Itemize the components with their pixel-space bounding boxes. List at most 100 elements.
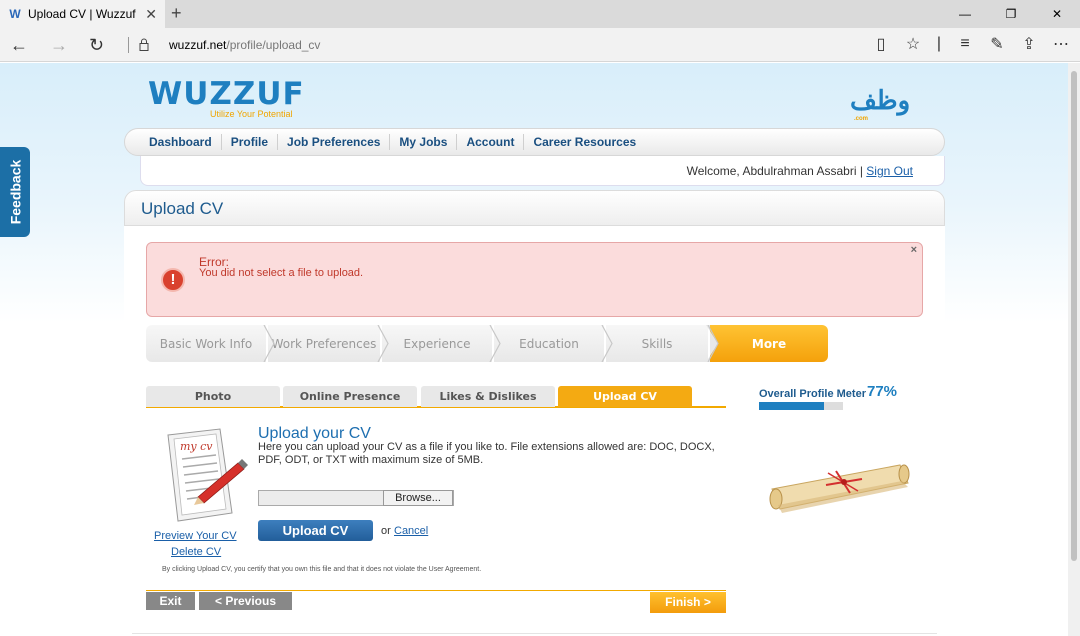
reading-view-icon[interactable]: ▯ bbox=[870, 33, 892, 55]
nav-account[interactable]: Account bbox=[457, 134, 525, 150]
tab-label: Likes & Dislikes bbox=[439, 390, 537, 403]
exit-button[interactable]: Exit bbox=[146, 592, 195, 610]
tab-label: Photo bbox=[194, 390, 232, 403]
browse-button[interactable]: Browse... bbox=[383, 490, 453, 506]
url-path: /profile/upload_cv bbox=[226, 38, 321, 52]
file-input[interactable]: Browse... bbox=[258, 490, 454, 506]
content-header: Upload CV bbox=[124, 190, 945, 226]
step-label: More bbox=[751, 336, 787, 351]
close-icon[interactable]: × bbox=[911, 244, 917, 256]
page-bottom-divider bbox=[132, 633, 937, 634]
upload-cv-button[interactable]: Upload CV bbox=[258, 520, 373, 541]
share-icon[interactable]: ⇪ bbox=[1018, 33, 1040, 55]
error-icon: ! bbox=[161, 268, 185, 292]
step-skills[interactable]: Skills bbox=[606, 325, 708, 362]
window-controls: — ❐ ✕ bbox=[942, 0, 1080, 28]
error-message: You did not select a file to upload. bbox=[199, 267, 364, 279]
new-tab-icon[interactable]: + bbox=[171, 3, 182, 24]
preview-cv-link[interactable]: Preview Your CV bbox=[154, 530, 237, 542]
step-divider-icon bbox=[489, 325, 501, 362]
step-label: Education bbox=[519, 336, 579, 351]
step-more[interactable]: More bbox=[710, 325, 828, 362]
tab-likes-dislikes[interactable]: Likes & Dislikes bbox=[421, 386, 555, 407]
toolbar-separator: | bbox=[936, 35, 942, 52]
tab-label: Upload CV bbox=[593, 390, 657, 403]
web-page: Feedback WUZZUF Utilize Your Potential و… bbox=[0, 63, 1068, 636]
step-label: Basic Work Info bbox=[159, 336, 253, 351]
step-label: Experience bbox=[403, 336, 471, 351]
nav-profile[interactable]: Profile bbox=[222, 134, 279, 150]
tab-close-icon[interactable]: ✕ bbox=[145, 6, 157, 23]
diploma-scroll-icon bbox=[769, 464, 910, 513]
agreement-text: By clicking Upload CV, you certify that … bbox=[162, 566, 482, 573]
tab-label: Online Presence bbox=[299, 390, 401, 403]
step-divider-icon bbox=[263, 325, 275, 362]
logo-tagline: Utilize Your Potential bbox=[210, 109, 293, 119]
url-host: wuzzuf.net bbox=[169, 38, 227, 52]
step-divider-icon bbox=[601, 325, 613, 362]
step-basic-work-info[interactable]: Basic Work Info bbox=[146, 325, 266, 362]
nav-dashboard[interactable]: Dashboard bbox=[143, 134, 222, 150]
url-field[interactable]: wuzzuf.net/profile/upload_cv bbox=[169, 38, 320, 52]
step-education[interactable]: Education bbox=[494, 325, 604, 362]
back-icon[interactable]: ← bbox=[10, 35, 28, 56]
nav-career-resources[interactable]: Career Resources bbox=[524, 134, 645, 150]
profile-meter-fill bbox=[759, 402, 824, 410]
nav-my-jobs[interactable]: My Jobs bbox=[390, 134, 458, 150]
wuzzuf-favicon-icon: W bbox=[9, 7, 21, 21]
error-alert: ! Error: You did not select a file to up… bbox=[146, 242, 923, 317]
lock-icon bbox=[139, 38, 149, 51]
previous-button[interactable]: < Previous bbox=[199, 592, 292, 610]
page-scrollbar[interactable] bbox=[1068, 63, 1080, 636]
main-nav: Dashboard Profile Job Preferences My Job… bbox=[124, 128, 945, 156]
minimize-icon[interactable]: — bbox=[942, 0, 988, 28]
welcome-text: Welcome, Abdulrahman Assabri | Sign Out bbox=[687, 164, 913, 178]
more-icon[interactable]: ⋯ bbox=[1050, 33, 1072, 55]
scroll-thumb[interactable] bbox=[1071, 71, 1077, 561]
step-label: Skills bbox=[641, 336, 673, 351]
welcome-user: Welcome, Abdulrahman Assabri | bbox=[686, 164, 867, 178]
form-footer-divider bbox=[146, 590, 726, 591]
forward-icon[interactable]: → bbox=[50, 35, 68, 56]
page-title: Upload CV bbox=[141, 199, 224, 218]
step-work-preferences[interactable]: Work Preferences bbox=[268, 325, 380, 362]
address-separator bbox=[128, 37, 129, 53]
cv-doc-label: my cv bbox=[180, 440, 213, 453]
delete-cv-link[interactable]: Delete CV bbox=[171, 546, 221, 558]
wuzzuf-logo[interactable]: WUZZUF Utilize Your Potential bbox=[148, 79, 305, 120]
step-experience[interactable]: Experience bbox=[382, 325, 492, 362]
address-bar: ← → ↻ wuzzuf.net/profile/upload_cv ▯ ☆ |… bbox=[0, 28, 1080, 62]
tab-online-presence[interactable]: Online Presence bbox=[283, 386, 417, 407]
browser-tab[interactable]: W Upload CV | Wuzzuf ✕ bbox=[0, 0, 165, 28]
feedback-tab[interactable]: Feedback bbox=[0, 147, 30, 237]
close-window-icon[interactable]: ✕ bbox=[1034, 0, 1080, 28]
upload-description: Here you can upload your CV as a file if… bbox=[258, 441, 715, 466]
tab-photo[interactable]: Photo bbox=[146, 386, 280, 407]
browser-toolbar: ▯ ☆ | ≡ ✎ ⇪ ⋯ bbox=[870, 33, 1072, 55]
profile-meter-label: Overall Profile Meter bbox=[759, 388, 866, 400]
step-divider-icon bbox=[377, 325, 389, 362]
welcome-bar: Welcome, Abdulrahman Assabri | Sign Out bbox=[140, 156, 945, 186]
or-text: or bbox=[381, 525, 391, 537]
cv-document-icon: my cv bbox=[167, 428, 248, 522]
profile-meter-percent: 77% bbox=[867, 383, 898, 400]
profile-meter-bar bbox=[759, 402, 843, 410]
nav-job-preferences[interactable]: Job Preferences bbox=[278, 134, 391, 150]
step-label: Work Preferences bbox=[271, 336, 377, 351]
arabic-logo-sub: .com bbox=[854, 116, 869, 122]
wizard-steps: Basic Work Info Work Preferences Experie… bbox=[146, 325, 828, 362]
hub-icon[interactable]: ≡ bbox=[954, 33, 976, 55]
arabic-logo[interactable]: وظف .com bbox=[850, 85, 910, 122]
sign-out-link[interactable]: Sign Out bbox=[866, 164, 913, 178]
tab-title: Upload CV | Wuzzuf bbox=[28, 7, 136, 21]
finish-button[interactable]: Finish > bbox=[650, 592, 726, 613]
cancel-link[interactable]: Cancel bbox=[394, 525, 428, 537]
feedback-label: Feedback bbox=[7, 159, 23, 225]
arabic-logo-text: وظف bbox=[850, 85, 911, 115]
restore-icon[interactable]: ❐ bbox=[988, 0, 1034, 28]
refresh-icon[interactable]: ↻ bbox=[89, 35, 104, 56]
favorite-star-icon[interactable]: ☆ bbox=[902, 33, 924, 55]
web-note-icon[interactable]: ✎ bbox=[986, 33, 1008, 55]
tab-upload-cv[interactable]: Upload CV bbox=[558, 386, 692, 407]
browser-tabbar: W Upload CV | Wuzzuf ✕ + — ❐ ✕ bbox=[0, 0, 1080, 28]
